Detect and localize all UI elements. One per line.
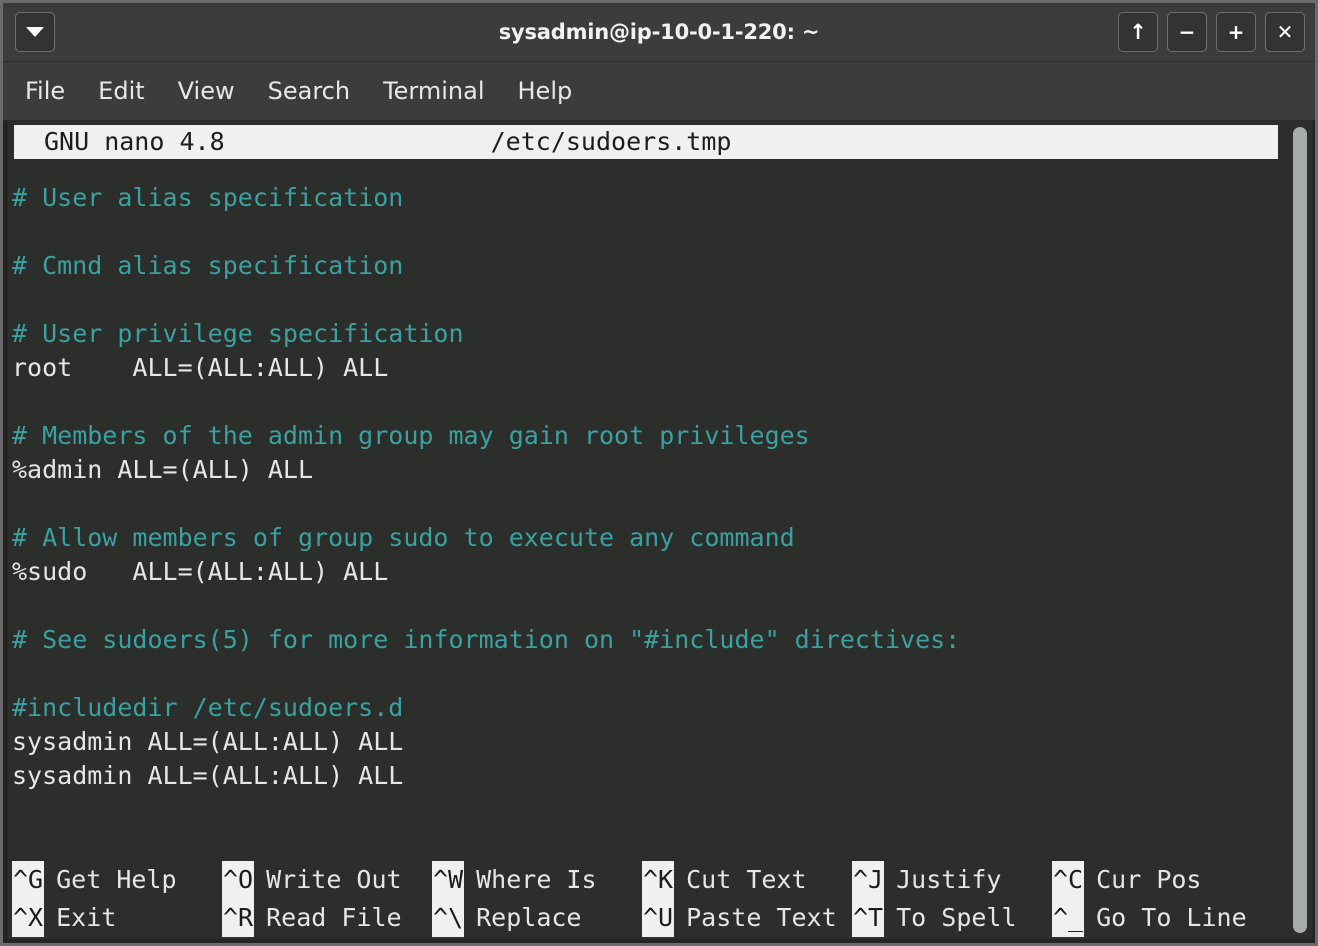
nano-title-bar: GNU nano 4.8 /etc/sudoers.tmp <box>14 125 1278 159</box>
shortcut-key: ^U <box>642 899 675 937</box>
menu-item-view[interactable]: View <box>178 77 235 105</box>
chevron-down-icon <box>26 27 44 37</box>
window-menu-button[interactable] <box>15 12 55 52</box>
shortcut-key: ^\ <box>432 899 465 937</box>
shortcut-go-to-line[interactable]: ^_ Go To Line <box>1052 899 1252 937</box>
shortcut-label: Get Help <box>56 865 177 894</box>
editor-comment-line: #includedir /etc/sudoers.d <box>12 693 404 722</box>
editor-comment-line: # User alias specification <box>12 183 404 212</box>
editor-code-line: %sudo ALL=(ALL:ALL) ALL <box>12 557 389 586</box>
plus-icon: + <box>1227 20 1245 44</box>
shortcut-to-spell[interactable]: ^T To Spell <box>852 899 1052 937</box>
shortcut-exit[interactable]: ^X Exit <box>12 899 222 937</box>
nano-version: GNU nano 4.8 <box>44 127 225 156</box>
shortcut-key: ^_ <box>1052 899 1085 937</box>
terminal-body[interactable]: GNU nano 4.8 /etc/sudoers.tmp # User ali… <box>3 121 1315 943</box>
shortcut-key: ^J <box>852 861 885 899</box>
editor-comment-line: # Members of the admin group may gain ro… <box>12 421 810 450</box>
shortcut-label: Justify <box>896 865 1002 894</box>
close-button[interactable]: ✕ <box>1265 12 1305 52</box>
title-bar: sysadmin@ip-10-0-1-220: ~ ↑ − + ✕ <box>3 3 1315 62</box>
nano-shortcut-bar: ^G Get Help ^O Write Out ^W Where Is ^K Cut Tex… <box>12 861 1280 937</box>
nano-editor-area[interactable]: # User alias specification # Cmnd alias … <box>8 159 1312 793</box>
shortcut-cut-text[interactable]: ^K Cut Text <box>642 861 852 899</box>
menu-item-file[interactable]: File <box>25 77 65 105</box>
editor-blank-line <box>12 215 1312 249</box>
editor-comment-line: # See sudoers(5) for more information on… <box>12 625 961 654</box>
shortcut-label: To Spell <box>896 903 1017 932</box>
shortcut-label: Replace <box>476 903 582 932</box>
shortcut-key: ^T <box>852 899 885 937</box>
editor-code-line: %admin ALL=(ALL) ALL <box>12 455 314 484</box>
shortcut-label: Exit <box>56 903 117 932</box>
shade-button[interactable]: ↑ <box>1118 12 1158 52</box>
shortcut-label: Read File <box>266 903 402 932</box>
shortcut-label: Where Is <box>476 865 597 894</box>
editor-blank-line <box>12 385 1312 419</box>
shortcut-where-is[interactable]: ^W Where Is <box>432 861 642 899</box>
editor-code-line: sysadmin ALL=(ALL:ALL) ALL <box>12 761 404 790</box>
editor-comment-line: # User privilege specification <box>12 319 464 348</box>
menu-item-terminal[interactable]: Terminal <box>383 77 484 105</box>
editor-blank-line <box>12 487 1312 521</box>
arrow-up-icon: ↑ <box>1129 19 1147 44</box>
shortcut-key: ^G <box>12 861 45 899</box>
editor-blank-line <box>12 283 1312 317</box>
maximize-button[interactable]: + <box>1216 12 1256 52</box>
shortcut-key: ^O <box>222 861 255 899</box>
menu-bar: File Edit View Search Terminal Help <box>3 62 1315 121</box>
shortcut-label: Write Out <box>266 865 402 894</box>
vertical-scrollbar[interactable] <box>1292 127 1308 933</box>
shortcut-write-out[interactable]: ^O Write Out <box>222 861 432 899</box>
close-icon: ✕ <box>1276 20 1294 44</box>
menu-item-help[interactable]: Help <box>518 77 573 105</box>
shortcut-justify[interactable]: ^J Justify <box>852 861 1052 899</box>
minimize-button[interactable]: − <box>1167 12 1207 52</box>
shortcut-label: Paste Text <box>686 903 837 932</box>
window-controls: ↑ − + ✕ <box>1118 12 1305 52</box>
terminal-window: sysadmin@ip-10-0-1-220: ~ ↑ − + ✕ File E… <box>0 0 1318 946</box>
shortcut-get-help[interactable]: ^G Get Help <box>12 861 222 899</box>
shortcut-paste-text[interactable]: ^U Paste Text <box>642 899 852 937</box>
minus-icon: − <box>1178 20 1196 44</box>
shortcut-key: ^W <box>432 861 465 899</box>
shortcut-label: Go To Line <box>1096 903 1247 932</box>
shortcut-label: Cur Pos <box>1096 865 1202 894</box>
shortcut-replace[interactable]: ^\ Replace <box>432 899 642 937</box>
editor-code-line: sysadmin ALL=(ALL:ALL) ALL <box>12 727 404 756</box>
shortcut-key: ^K <box>642 861 675 899</box>
nano-filename: /etc/sudoers.tmp <box>490 127 732 156</box>
shortcut-read-file[interactable]: ^R Read File <box>222 899 432 937</box>
menu-item-search[interactable]: Search <box>268 77 350 105</box>
shortcut-row-2: ^X Exit ^R Read File ^\ Replace ^U Paste Text ^T… <box>12 899 1280 937</box>
editor-comment-line: # Allow members of group sudo to execute… <box>12 523 795 552</box>
editor-comment-line: # Cmnd alias specification <box>12 251 404 280</box>
editor-code-line: root ALL=(ALL:ALL) ALL <box>12 353 389 382</box>
editor-blank-line <box>12 657 1312 691</box>
shortcut-cur-pos[interactable]: ^C Cur Pos <box>1052 861 1252 899</box>
shortcut-label: Cut Text <box>686 865 807 894</box>
editor-blank-line <box>12 589 1312 623</box>
menu-item-edit[interactable]: Edit <box>98 77 144 105</box>
scrollbar-thumb[interactable] <box>1293 127 1307 933</box>
shortcut-key: ^X <box>12 899 45 937</box>
shortcut-key: ^R <box>222 899 255 937</box>
shortcut-row-1: ^G Get Help ^O Write Out ^W Where Is ^K Cut Tex… <box>12 861 1280 899</box>
shortcut-key: ^C <box>1052 861 1085 899</box>
